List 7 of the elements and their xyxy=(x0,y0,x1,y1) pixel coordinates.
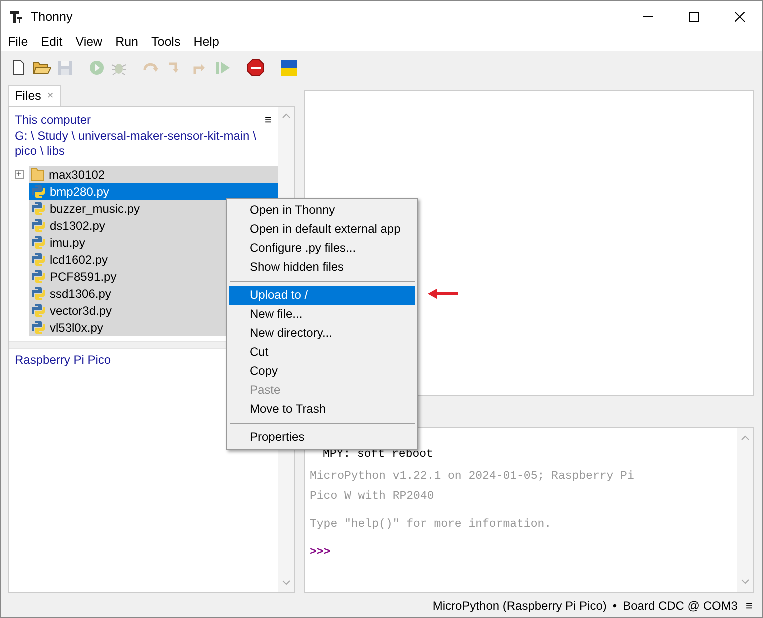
shell-output: MicroPython v1.22.1 on 2024-01-05; Raspberry Pi Pico W with RP2040 xyxy=(310,469,636,505)
separator-dot: • xyxy=(612,599,618,613)
shell-prompt: >>> xyxy=(310,545,332,561)
location-title: Raspberry Pi Pico xyxy=(15,353,112,367)
shell-output: Type "help()" for more information. xyxy=(310,517,553,533)
location-title: This computer xyxy=(15,113,92,127)
window-title: Thonny xyxy=(31,10,73,24)
